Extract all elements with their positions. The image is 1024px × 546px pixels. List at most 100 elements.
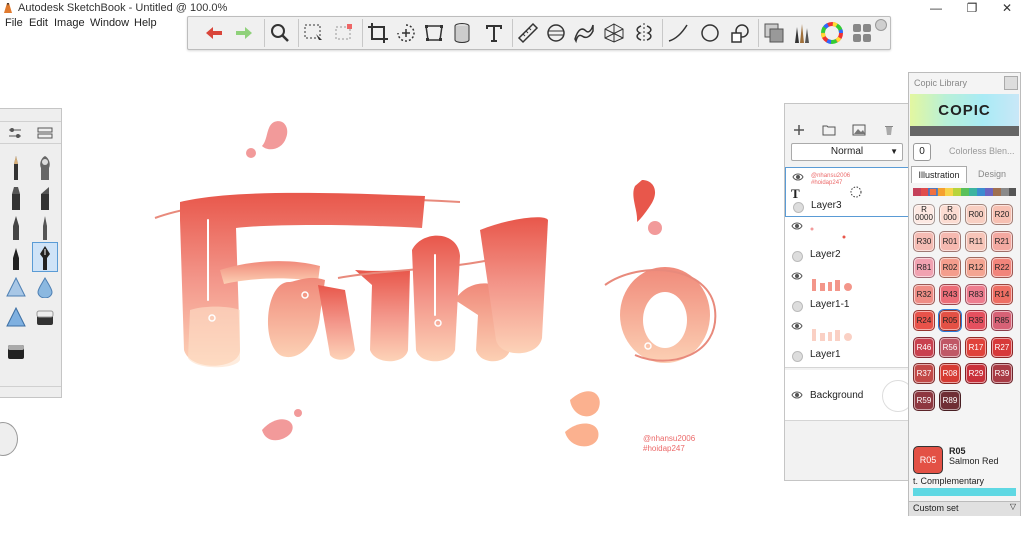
redo-icon[interactable]	[230, 20, 258, 46]
zoom-icon[interactable]	[266, 20, 294, 46]
copic-swatch-r14[interactable]: R14	[991, 283, 1013, 305]
text-icon[interactable]	[480, 20, 508, 46]
lagoon-puck[interactable]	[0, 422, 18, 456]
brush-palette-header[interactable]	[0, 109, 61, 122]
copic-swatch-r59[interactable]: R59	[913, 389, 935, 411]
layer-row-layer1[interactable]: Layer1	[785, 317, 909, 368]
layer-row-layer1-1[interactable]: Layer1-1	[785, 267, 909, 318]
copic-swatch-r85[interactable]: R85	[991, 310, 1013, 331]
undo-icon[interactable]	[200, 20, 228, 46]
copic-swatch-r22[interactable]: R22	[991, 257, 1013, 278]
perspective-icon[interactable]	[600, 20, 628, 46]
add-layer-icon[interactable]	[791, 122, 807, 138]
cylinder-icon[interactable]	[448, 20, 476, 46]
menu-image[interactable]: Image	[54, 17, 85, 29]
eye-icon[interactable]	[792, 172, 804, 182]
lasso-select-icon[interactable]	[330, 20, 358, 46]
close-icon[interactable]	[1004, 76, 1018, 90]
add-group-icon[interactable]	[821, 122, 837, 138]
layer-radio[interactable]	[792, 251, 803, 262]
menu-window[interactable]: Window	[90, 17, 129, 29]
brush-chisel-marker[interactable]	[33, 183, 57, 211]
brush-marker[interactable]	[4, 183, 28, 211]
tab-design[interactable]: Design	[965, 166, 1019, 182]
eye-icon[interactable]	[791, 390, 803, 400]
brush-fine-pen[interactable]	[4, 243, 28, 271]
copic-swatch-r21[interactable]: R21	[991, 230, 1013, 252]
close-button[interactable]: ✕	[987, 0, 1024, 17]
menu-file[interactable]: File	[5, 17, 23, 29]
french-curve-icon[interactable]	[570, 20, 598, 46]
copic-swatch-r17[interactable]: R17	[965, 336, 987, 358]
copic-swatch-r43[interactable]: R43	[939, 283, 961, 305]
crop-icon[interactable]	[364, 20, 392, 46]
menu-edit[interactable]: Edit	[29, 17, 48, 29]
tab-illustration[interactable]: Illustration	[911, 166, 967, 183]
copic-swatch-r02[interactable]: R02	[939, 257, 961, 278]
brush-library-icon[interactable]	[788, 20, 816, 46]
brush-triangle[interactable]	[4, 303, 28, 331]
brush-sharp-pen[interactable]	[33, 213, 57, 241]
select-icon[interactable]	[300, 20, 328, 46]
ellipse-guide-icon[interactable]	[542, 20, 570, 46]
layer-row-background[interactable]: Background	[785, 370, 914, 421]
copic-swatch-r20[interactable]: R20	[991, 204, 1013, 225]
brush-ink-pen[interactable]	[32, 242, 58, 272]
copic-swatch-r11[interactable]: R11	[965, 230, 987, 252]
complementary-color-bar[interactable]	[913, 488, 1016, 496]
brush-palette-footer[interactable]	[0, 386, 61, 397]
circle-icon[interactable]	[696, 20, 724, 46]
eye-icon[interactable]	[791, 321, 803, 331]
layer-radio[interactable]	[793, 202, 804, 213]
symmetry-icon[interactable]	[630, 20, 658, 46]
maximize-button[interactable]: ❐	[952, 0, 992, 17]
menu-help[interactable]: Help	[134, 17, 157, 29]
brush-settings-icon[interactable]	[8, 127, 22, 139]
layer-row-layer2[interactable]: Layer2	[785, 217, 909, 268]
blend-mode-select[interactable]: Normal ▼	[791, 143, 903, 161]
color-wheel-icon[interactable]	[818, 20, 846, 46]
copic-swatch-r000[interactable]: R 000	[939, 204, 961, 225]
copic-swatch-r37[interactable]: R37	[913, 363, 935, 384]
layer-row-layer3[interactable]: T @nhansu2006 #hoidap247 Layer3	[785, 167, 909, 217]
layer-stack-icon[interactable]	[760, 20, 788, 46]
ruler-icon[interactable]	[514, 20, 542, 46]
color-family-strip[interactable]	[913, 188, 1016, 196]
copic-swatch-r24[interactable]: R24	[913, 310, 935, 331]
line-icon[interactable]	[664, 20, 692, 46]
colorless-blender-swatch[interactable]: 0	[913, 143, 931, 161]
custom-set-dropdown[interactable]: Custom set ▽	[909, 501, 1020, 516]
copic-swatch-r35[interactable]: R35	[965, 310, 987, 331]
eye-icon[interactable]	[791, 221, 803, 231]
copic-swatch-r08[interactable]: R08	[939, 363, 961, 384]
brush-water-drop[interactable]	[33, 273, 57, 301]
trash-icon[interactable]	[881, 122, 897, 138]
brush-pencil[interactable]	[4, 153, 28, 181]
transform-icon[interactable]	[392, 20, 420, 46]
copic-collapse-bar[interactable]	[910, 126, 1019, 136]
layer-radio[interactable]	[792, 351, 803, 362]
brush-eraser[interactable]	[33, 303, 57, 331]
copic-swatch-r29[interactable]: R29	[965, 363, 987, 384]
brush-list-icon[interactable]	[37, 127, 53, 139]
copic-swatch-r39[interactable]: R39	[991, 363, 1013, 384]
copic-swatch-r83[interactable]: R83	[965, 283, 987, 305]
brush-smudge[interactable]	[33, 153, 57, 181]
copic-swatch-r05[interactable]: R05	[938, 309, 962, 332]
copic-swatch-r00[interactable]: R00	[965, 204, 987, 225]
shapes-icon[interactable]	[726, 20, 754, 46]
copic-swatch-r30[interactable]: R30	[913, 230, 935, 252]
copic-swatch-r0000[interactable]: R 0000	[913, 204, 935, 225]
layer-radio[interactable]	[792, 301, 803, 312]
brush-pen[interactable]	[4, 213, 28, 241]
brush-airbrush[interactable]	[4, 273, 28, 301]
add-image-icon[interactable]	[851, 122, 867, 138]
brush-hard-eraser[interactable]	[4, 337, 28, 365]
copic-swatch-r56[interactable]: R56	[939, 336, 961, 358]
copic-swatch-r12[interactable]: R12	[965, 257, 987, 278]
canvas-artwork[interactable]	[150, 110, 730, 450]
copic-library-icon[interactable]	[848, 20, 876, 46]
copic-swatch-r46[interactable]: R46	[913, 336, 935, 358]
copic-swatch-r01[interactable]: R01	[939, 230, 961, 252]
copic-swatch-r27[interactable]: R27	[991, 336, 1013, 358]
